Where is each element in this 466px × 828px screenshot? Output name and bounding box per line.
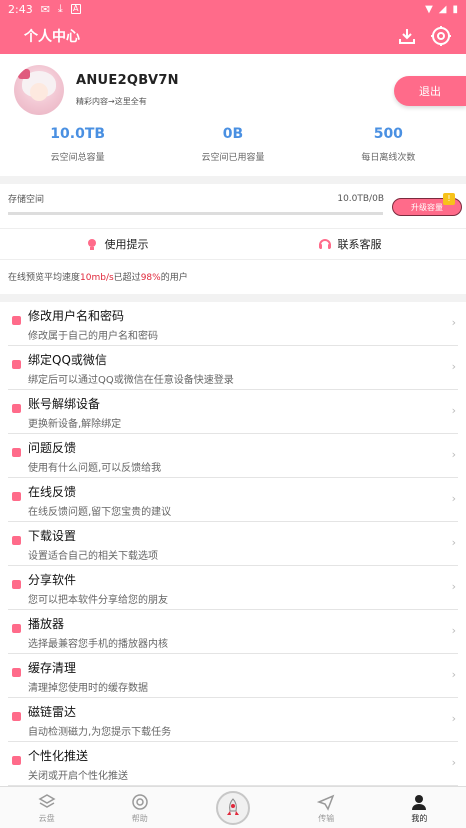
stat-value: 10.0TB (50, 126, 106, 142)
menu-item-share-app[interactable]: 分享软件 您可以把本软件分享给您的朋友 › (8, 566, 458, 610)
user-lock-icon (12, 316, 21, 325)
rocket-button[interactable] (216, 791, 250, 825)
share-icon (12, 580, 21, 589)
magnet-icon (12, 712, 21, 721)
signal-icon: ◢ (438, 3, 447, 15)
rocket-icon (227, 798, 239, 815)
tab-rocket[interactable] (186, 787, 279, 828)
tab-transfer[interactable]: 传输 (280, 787, 373, 828)
chevron-right-icon: › (451, 624, 456, 637)
upgrade-button[interactable]: 升级容量 ! (392, 193, 462, 216)
status-time: 2:43 (8, 2, 33, 16)
link-icon (12, 360, 21, 369)
tab-help[interactable]: 帮助 (93, 787, 186, 828)
speed-percent: 98% (140, 273, 161, 283)
download-icon[interactable] (398, 27, 416, 45)
player-icon (12, 624, 21, 633)
menu-item-online-feedback[interactable]: 在线反馈 在线反馈问题,留下您宝贵的建议 › (8, 478, 458, 522)
mail-icon: ✉ (40, 2, 50, 16)
help-icon (132, 794, 148, 810)
stat-label: 云空间总容量 (50, 153, 105, 163)
storage-amount: 10.0TB/0B (337, 194, 384, 204)
stats-row: 10.0TB 云空间总容量 0B 云空间已用容量 500 每日离线次数 (0, 126, 466, 176)
user-icon (412, 795, 427, 810)
menu-item-player[interactable]: 播放器 选择最兼容您手机的播放器内核 › (8, 610, 458, 654)
settings-icon[interactable] (430, 25, 452, 47)
menu-item-magnet-radar[interactable]: 磁链雷达 自动检测磁力,为您提示下载任务 › (8, 698, 458, 742)
edit-icon (12, 492, 21, 501)
speed-rate: 10mb/s (80, 273, 114, 283)
divider (0, 294, 466, 302)
divider (0, 176, 466, 184)
storage-label: 存储空间 (8, 195, 45, 205)
headset-icon (318, 239, 331, 249)
menu-item-personalized-push[interactable]: 个性化推送 关闭或开启个性化推送 › (8, 742, 458, 786)
profile-section: ANUE2QBV7N 精彩内容→这里全有 退出 (0, 54, 466, 126)
stat-total-capacity: 10.0TB 云空间总容量 (0, 126, 155, 176)
chevron-right-icon: › (451, 316, 456, 329)
tips-row: 使用提示 联系客服 (0, 228, 466, 260)
stat-value: 0B (222, 126, 244, 142)
menu-item-bind-account[interactable]: 绑定QQ或微信 绑定后可以通过QQ或微信在任意设备快速登录 › (8, 346, 458, 390)
chevron-right-icon: › (451, 360, 456, 373)
menu-item-change-credentials[interactable]: 修改用户名和密码 修改属于自己的用户名和密码 › (8, 302, 458, 346)
username: ANUE2QBV7N (76, 73, 179, 88)
menu-item-download-settings[interactable]: 下载设置 设置适合自己的相关下载选项 › (8, 522, 458, 566)
chevron-right-icon: › (451, 448, 456, 461)
menu-item-clear-cache[interactable]: 缓存清理 清理掉您使用时的缓存数据 › (8, 654, 458, 698)
app-bar: 个人中心 (0, 18, 466, 54)
stat-label: 每日离线次数 (361, 153, 416, 163)
tab-cloud[interactable]: 云盘 (0, 787, 93, 828)
chevron-right-icon: › (451, 404, 456, 417)
usage-tips-button[interactable]: 使用提示 (0, 229, 233, 259)
stat-value: 500 (373, 126, 403, 142)
logout-button[interactable]: 退出 (394, 76, 466, 106)
lightbulb-icon (87, 239, 96, 250)
tab-mine[interactable]: 我的 (373, 787, 466, 828)
gear-icon (12, 536, 21, 545)
stat-used-capacity: 0B 云空间已用容量 (155, 126, 310, 176)
status-bar: 2:43 ✉ ⤓ A ▼ ◢ ▮ (0, 0, 466, 18)
layers-icon (38, 794, 56, 808)
upgrade-label: 升级容量 (411, 202, 443, 212)
upgrade-badge-icon: ! (443, 193, 455, 205)
chevron-right-icon: › (451, 492, 456, 505)
usage-tips-label: 使用提示 (104, 238, 149, 251)
storage-progress-bar (8, 212, 383, 215)
wifi-icon: ▼ (425, 3, 433, 15)
chevron-right-icon: › (451, 712, 456, 725)
notification-icon (12, 756, 21, 765)
chevron-right-icon: › (451, 580, 456, 593)
chevron-right-icon: › (451, 536, 456, 549)
menu-item-unbind-device[interactable]: 账号解绑设备 更换新设备,解除绑定 › (8, 390, 458, 434)
stat-label: 云空间已用容量 (201, 153, 265, 163)
bottom-tab-bar: 云盘 帮助 传输 我的 (0, 786, 466, 828)
clean-icon (12, 668, 21, 677)
app-status-icon: A (70, 4, 81, 14)
settings-menu: 修改用户名和密码 修改属于自己的用户名和密码 › 绑定QQ或微信 绑定后可以通过QQ或… (0, 302, 466, 786)
download-status-icon: ⤓ (57, 2, 63, 15)
speed-info: 在线预览平均速度10mb/s已超过98%的用户 (8, 273, 188, 283)
contact-support-label: 联系客服 (337, 238, 382, 251)
chevron-right-icon: › (451, 756, 456, 769)
stat-offline-count: 500 每日离线次数 (311, 126, 466, 176)
contact-support-button[interactable]: 联系客服 (233, 229, 466, 259)
chevron-right-icon: › (451, 668, 456, 681)
menu-item-feedback[interactable]: 问题反馈 使用有什么问题,可以反馈给我 › (8, 434, 458, 478)
user-motto: 精彩内容→这里全有 (76, 97, 147, 106)
page-title: 个人中心 (24, 29, 80, 45)
battery-icon: ▮ (452, 3, 458, 15)
storage-section: 存储空间 10.0TB/0B 升级容量 ! (0, 184, 466, 228)
avatar[interactable] (14, 65, 64, 115)
headset-icon (12, 448, 21, 457)
unlock-icon (12, 404, 21, 413)
paper-plane-icon (317, 794, 335, 811)
